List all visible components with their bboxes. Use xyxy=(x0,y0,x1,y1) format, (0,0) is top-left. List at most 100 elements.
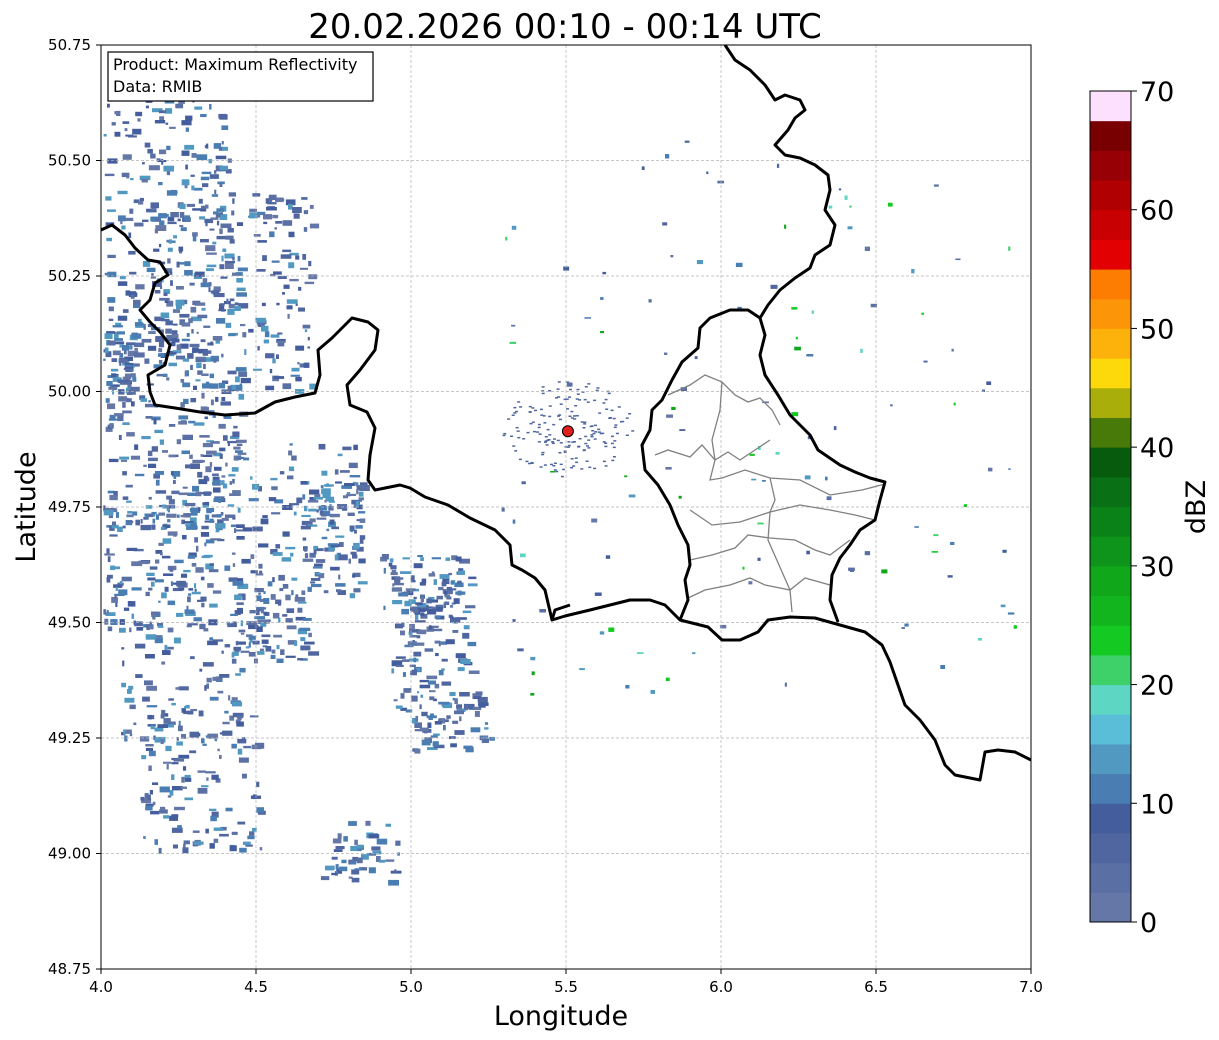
echo-cell xyxy=(212,590,222,594)
echo-cell xyxy=(117,379,128,383)
echo-cell xyxy=(219,674,230,678)
echo-cell xyxy=(265,646,272,652)
echo-cell xyxy=(302,558,314,562)
echo-cell xyxy=(282,220,293,226)
echo-cell xyxy=(195,379,201,382)
echo-cell xyxy=(430,735,438,738)
echo-cell xyxy=(353,444,358,451)
echo-cell xyxy=(158,847,162,854)
echo-cell xyxy=(128,250,136,255)
echo-cell xyxy=(163,761,172,764)
echo-cell xyxy=(163,292,168,296)
echo-cell xyxy=(528,405,532,408)
echo-cell xyxy=(180,786,187,789)
echo-cell xyxy=(566,382,573,387)
echo-cell xyxy=(150,276,156,279)
colorbar-cell xyxy=(1090,714,1131,745)
echo-cell xyxy=(117,315,128,321)
echo-cell xyxy=(401,608,409,615)
echo-cell xyxy=(516,430,520,432)
echo-cell xyxy=(828,205,833,209)
echo-cell xyxy=(795,336,798,340)
echo-cell xyxy=(166,513,177,518)
echo-cell xyxy=(143,464,147,467)
echo-cell xyxy=(381,554,389,560)
colorbar-cell xyxy=(1090,239,1131,270)
echo-cell xyxy=(164,101,175,104)
echo-cell xyxy=(331,526,339,530)
colorbar-cell xyxy=(1090,209,1131,240)
echo-cell xyxy=(148,331,156,334)
echo-cell xyxy=(228,333,236,337)
echo-cell xyxy=(129,733,133,737)
echo-cell xyxy=(278,574,285,581)
echo-cell xyxy=(151,446,158,452)
echo-cell xyxy=(122,660,125,667)
echo-cell xyxy=(219,732,225,735)
echo-cell xyxy=(175,299,185,306)
echo-cell xyxy=(221,397,226,401)
echo-cell xyxy=(200,114,207,118)
echo-cell xyxy=(282,292,285,295)
echo-cell xyxy=(358,511,366,514)
echo-cell xyxy=(358,497,364,501)
echo-cell xyxy=(214,738,218,742)
echo-cell xyxy=(577,445,581,448)
echo-cell xyxy=(450,581,454,585)
echo-cell xyxy=(263,611,268,616)
echo-cell xyxy=(576,393,580,395)
echo-cell xyxy=(420,694,424,698)
echo-cell xyxy=(191,591,201,595)
echo-cell xyxy=(538,433,542,435)
echo-cell xyxy=(213,293,225,298)
echo-cell xyxy=(325,496,335,502)
echo-cell xyxy=(309,205,314,209)
echo-cell xyxy=(228,695,231,701)
echo-cell xyxy=(227,440,237,444)
echo-cell xyxy=(309,489,320,495)
echo-cell xyxy=(604,445,608,448)
echo-cell xyxy=(607,392,611,395)
echo-cell xyxy=(205,204,209,209)
echo-cell xyxy=(171,702,176,706)
echo-cell xyxy=(276,658,284,663)
echo-cell xyxy=(121,647,125,650)
echo-cell xyxy=(206,450,217,455)
echo-cell xyxy=(129,208,134,214)
echo-cell xyxy=(161,592,167,599)
echo-cell xyxy=(933,534,939,537)
echo-cell xyxy=(190,512,198,516)
echo-cell xyxy=(513,412,517,414)
echo-cell xyxy=(301,197,308,200)
echo-cell xyxy=(303,362,310,368)
echo-cell xyxy=(204,416,208,420)
echo-cell xyxy=(612,446,616,449)
y-tick-label: 49.50 xyxy=(48,614,91,632)
echo-cell xyxy=(104,173,115,177)
echo-cell xyxy=(641,166,645,170)
echo-cell xyxy=(209,462,213,467)
echo-cell xyxy=(248,652,256,657)
echo-cell xyxy=(187,596,191,603)
echo-cell xyxy=(114,595,117,599)
echo-cell xyxy=(582,427,586,429)
echo-cell xyxy=(273,376,285,379)
echo-cell xyxy=(559,442,563,444)
echo-cell xyxy=(426,598,432,604)
echo-cell xyxy=(109,534,118,537)
echo-cell xyxy=(239,383,243,387)
echo-cell xyxy=(625,434,629,436)
colorbar-cell xyxy=(1090,862,1131,893)
echo-cell xyxy=(286,305,293,310)
echo-cell xyxy=(174,559,184,564)
echo-cell xyxy=(114,111,121,115)
echo-cell xyxy=(402,672,406,677)
echo-cell xyxy=(180,379,185,383)
echo-cell xyxy=(518,458,522,461)
echo-cell xyxy=(180,227,187,232)
echo-cell xyxy=(148,457,158,462)
echo-cell xyxy=(696,260,703,265)
echo-cell xyxy=(261,325,269,332)
echo-cell xyxy=(271,649,276,654)
echo-cell xyxy=(289,278,299,282)
